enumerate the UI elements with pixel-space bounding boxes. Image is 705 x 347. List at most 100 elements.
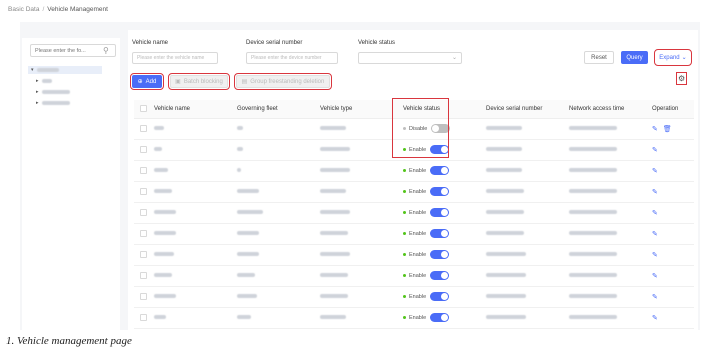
vehicle-type-cell (314, 244, 397, 266)
edit-icon[interactable]: ✎ (652, 209, 658, 217)
status-text: Enable (409, 167, 427, 174)
row-select-cell[interactable] (134, 160, 148, 182)
row-checkbox[interactable] (140, 314, 147, 321)
table-row: Enable ✎ (134, 181, 694, 203)
tree-node[interactable]: ▸ (36, 89, 70, 95)
row-checkbox[interactable] (140, 272, 147, 279)
governing-fleet-cell (231, 244, 314, 266)
status-toggle[interactable] (430, 313, 450, 322)
status-toggle[interactable] (430, 292, 450, 301)
vehicle-status-label: Vehicle status (358, 40, 396, 46)
group-deletion-button[interactable]: ▤ Group freestanding deletion (234, 73, 332, 90)
vehicle-type-cell (314, 118, 397, 140)
row-checkbox[interactable] (140, 230, 147, 237)
network-access-time-cell (563, 202, 646, 224)
caret-right-icon[interactable]: ▸ (36, 100, 39, 106)
row-select-cell[interactable] (134, 223, 148, 245)
edit-icon[interactable]: ✎ (652, 293, 658, 301)
row-select-cell[interactable] (134, 286, 148, 308)
search-icon[interactable]: ⚲ (103, 46, 109, 55)
status-toggle[interactable] (430, 271, 450, 280)
edit-icon[interactable]: ✎ (652, 230, 658, 238)
row-checkbox[interactable] (140, 188, 147, 195)
governing-fleet-cell (231, 223, 314, 245)
row-select-cell[interactable] (134, 202, 148, 224)
vehicle-type-cell (314, 160, 397, 182)
add-label: Add (145, 78, 157, 85)
status-text: Enable (409, 293, 427, 300)
vehicle-name-cell (148, 181, 231, 203)
device-serial-cell (480, 307, 563, 329)
status-toggle[interactable] (430, 166, 450, 175)
operation-cell: ✎ 🗑 (646, 118, 694, 140)
row-checkbox[interactable] (140, 251, 147, 258)
vehicle-name-input[interactable]: Please enter the vehicle name (132, 52, 218, 64)
add-button[interactable]: ⊕ Add (130, 73, 164, 90)
expand-label: Expand (659, 54, 680, 61)
operation-cell: ✎ (646, 286, 694, 308)
status-text: Enable (409, 209, 427, 216)
device-serial-input[interactable]: Please enter the device number (246, 52, 338, 64)
expand-button[interactable]: Expand ⌄ (654, 49, 692, 66)
row-checkbox[interactable] (140, 125, 147, 132)
edit-icon[interactable]: ✎ (652, 146, 658, 154)
settings-icon[interactable]: ⚙ (675, 72, 688, 85)
tree-search-box[interactable]: ⚲ (30, 44, 116, 57)
edit-icon[interactable]: ✎ (652, 314, 658, 322)
edit-icon[interactable]: ✎ (652, 188, 658, 196)
row-select-cell[interactable] (134, 307, 148, 329)
select-all-checkbox[interactable] (140, 105, 147, 113)
row-checkbox[interactable] (140, 167, 147, 174)
caret-down-icon[interactable]: ▾ (31, 67, 34, 73)
trash-icon[interactable]: 🗑 (663, 125, 672, 133)
batch-blocking-button[interactable]: ▣ Batch blocking (168, 73, 230, 90)
vehicle-name-cell (148, 118, 231, 140)
governing-fleet-cell (231, 265, 314, 287)
device-serial-label: Device serial number (246, 40, 303, 46)
row-checkbox[interactable] (140, 146, 147, 153)
tree-search-input[interactable] (31, 47, 101, 54)
query-button[interactable]: Query (621, 51, 648, 64)
status-toggle[interactable] (430, 229, 450, 238)
status-text: Enable (409, 251, 427, 258)
operation-cell: ✎ (646, 202, 694, 224)
select-all-cell[interactable] (134, 100, 148, 119)
breadcrumb-parent[interactable]: Basic Data (8, 6, 39, 13)
tree-node-root[interactable]: ▾ (28, 66, 102, 74)
row-checkbox[interactable] (140, 209, 147, 216)
row-select-cell[interactable] (134, 118, 148, 140)
vehicle-status-select[interactable]: ⌄ (358, 52, 462, 64)
table-row: Enable ✎ (134, 265, 694, 287)
governing-fleet-cell (231, 181, 314, 203)
row-select-cell[interactable] (134, 265, 148, 287)
status-toggle[interactable] (430, 208, 450, 217)
caret-right-icon[interactable]: ▸ (36, 89, 39, 95)
operation-cell: ✎ (646, 244, 694, 266)
caret-right-icon[interactable]: ▸ (36, 78, 39, 84)
network-access-time-cell (563, 223, 646, 245)
edit-icon[interactable]: ✎ (652, 251, 658, 259)
network-access-time-cell (563, 286, 646, 308)
row-select-cell[interactable] (134, 244, 148, 266)
status-text: Enable (409, 188, 427, 195)
status-dot (403, 316, 406, 319)
vehicle-name-cell (148, 139, 231, 161)
row-select-cell[interactable] (134, 139, 148, 161)
row-checkbox[interactable] (140, 293, 147, 300)
edit-icon[interactable]: ✎ (652, 167, 658, 175)
tree-node[interactable]: ▸ (36, 78, 52, 84)
delete-list-icon: ▤ (241, 79, 248, 85)
network-access-time-cell (563, 118, 646, 140)
vehicle-type-cell (314, 181, 397, 203)
status-toggle[interactable] (430, 187, 450, 196)
reset-button[interactable]: Reset (584, 51, 614, 64)
edit-icon[interactable]: ✎ (652, 125, 658, 133)
device-serial-cell (480, 118, 563, 140)
edit-icon[interactable]: ✎ (652, 272, 658, 280)
row-select-cell[interactable] (134, 181, 148, 203)
operation-cell: ✎ (646, 223, 694, 245)
device-serial-cell (480, 160, 563, 182)
operation-cell: ✎ (646, 181, 694, 203)
tree-node[interactable]: ▸ (36, 100, 70, 106)
status-toggle[interactable] (430, 250, 450, 259)
